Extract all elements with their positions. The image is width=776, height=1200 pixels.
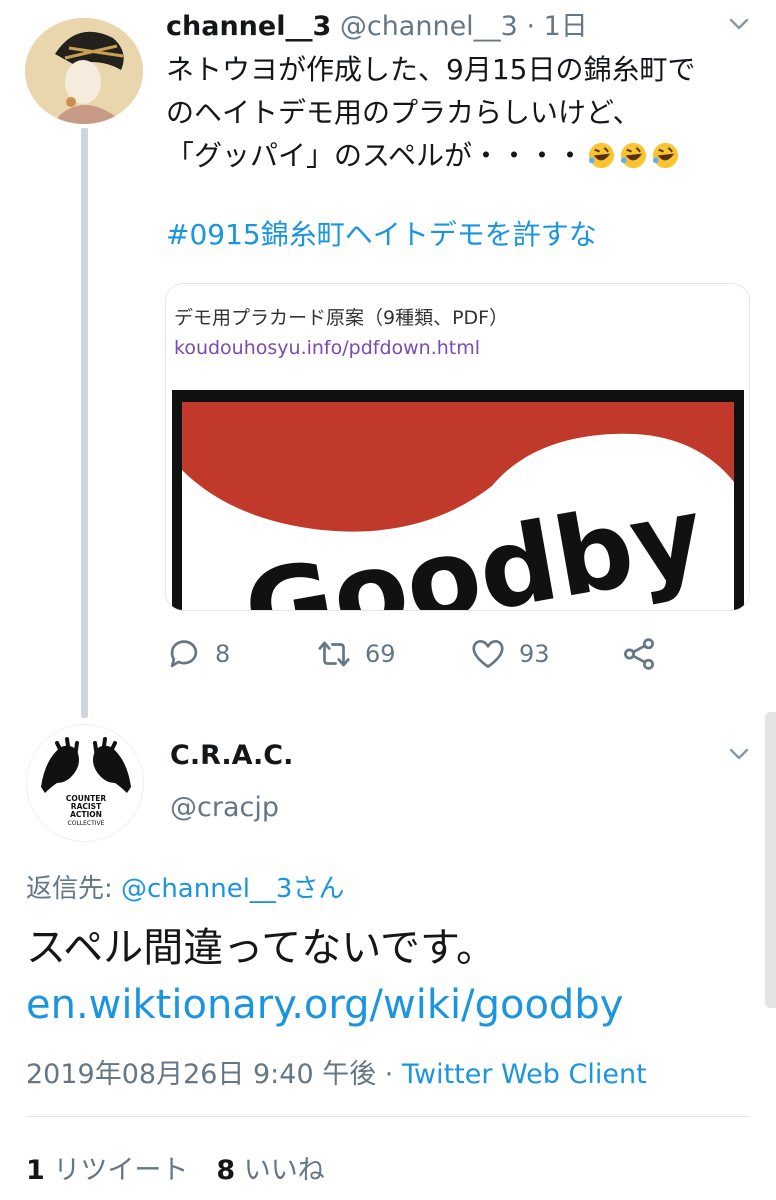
hashtag-link[interactable]: #0915錦糸町ヘイトデモを許すな	[166, 213, 597, 253]
rolling-on-floor-laughing-icon	[620, 142, 647, 169]
tweet2-display-name[interactable]: C.R.A.C.	[170, 740, 293, 771]
link-preview-card[interactable]: デモ用プラカード原案（9種類、PDF） koudouhosyu.info/pdf…	[165, 283, 750, 611]
scrollbar[interactable]	[765, 712, 776, 1008]
tweet1-chevron-down-icon[interactable]	[726, 11, 752, 37]
card-title: デモ用プラカード原案（9種類、PDF）	[174, 307, 509, 329]
tweet1-action-bar: 8 69 93	[165, 634, 685, 674]
tweet2-chevron-down-icon[interactable]	[726, 741, 752, 767]
likes-stat-count: 8	[216, 1155, 236, 1186]
tweet1-text-line: 「グッパイ」のスペルが・・・・	[166, 134, 766, 177]
share-icon	[624, 638, 654, 670]
like-count: 93	[519, 640, 550, 668]
rolling-on-floor-laughing-icon	[652, 142, 679, 169]
reply-icon	[170, 640, 198, 668]
channel3-avatar[interactable]	[25, 18, 143, 124]
likes-stat[interactable]: 8 いいね	[216, 1155, 324, 1186]
retweets-stat[interactable]: 1 リツイート	[26, 1155, 188, 1186]
twitter-thread-view: channel__3 @channel__3 · 1日 ネトウヨが作成した、9月…	[0, 0, 776, 1200]
wiktionary-link[interactable]: en.wiktionary.org/wiki/goodby	[26, 982, 623, 1028]
share-button[interactable]	[620, 634, 658, 674]
tweet1-text-line: ネトウヨが作成した、9月15日の錦糸町で	[166, 53, 696, 86]
retweet-button[interactable]: 69	[315, 634, 396, 674]
retweet-count: 69	[365, 640, 396, 668]
tweet1-display-name[interactable]: channel__3	[166, 11, 331, 42]
card-url[interactable]: koudouhosyu.info/pdfdown.html	[174, 337, 480, 359]
tweet2-datetime[interactable]: 2019年08月26日 9:40 午後 ·	[26, 1059, 402, 1090]
retweet-icon	[318, 641, 350, 667]
like-button[interactable]: 93	[469, 634, 550, 674]
reply-count: 8	[215, 640, 231, 668]
tweet2-client-link[interactable]: Twitter Web Client	[402, 1059, 647, 1090]
tweet2-stats: 1 リツイート 8 いいね	[26, 1148, 325, 1187]
tweet1-handle[interactable]: @channel__3	[340, 11, 518, 42]
crac-logo-hands-icon: COUNTER RACIST ACTION COLLECTIVE	[41, 737, 131, 827]
crac-avatar[interactable]: COUNTER RACIST ACTION COLLECTIVE	[26, 724, 144, 842]
replying-to-label: 返信先:	[26, 874, 122, 904]
tweet1-timestamp[interactable]: 1日	[544, 11, 588, 42]
crac-logo-text-line: COLLECTIVE	[68, 820, 105, 827]
tweet1-header: channel__3 @channel__3 · 1日	[166, 11, 588, 42]
tweet2-text: スペル間違ってないです。	[26, 925, 496, 971]
crac-logo-text-line: ACTION	[70, 810, 102, 819]
reply-button[interactable]: 8	[165, 634, 230, 674]
retweets-stat-label: リツイート	[53, 1155, 189, 1186]
reply-mention-link[interactable]: @channel__3さん	[121, 874, 344, 904]
tweet1-text-line: のヘイトデモ用のプラカらしいけど、	[166, 96, 641, 129]
tweet1-text: ネトウヨが作成した、9月15日の錦糸町で のヘイトデモ用のプラカらしいけど、 「…	[166, 48, 766, 177]
rolling-on-floor-laughing-icon	[588, 142, 615, 169]
retweets-stat-count: 1	[26, 1155, 45, 1186]
card-image-placard[interactable]: Goodby	[172, 390, 744, 611]
tweet2-timestamp-line: 2019年08月26日 9:40 午後 · Twitter Web Client	[26, 1052, 647, 1091]
likes-stat-label: いいね	[243, 1155, 325, 1186]
divider	[26, 1116, 750, 1117]
thread-connector-line	[81, 128, 88, 718]
heart-icon	[472, 639, 504, 669]
replying-to-line: 返信先: @channel__3さん	[26, 868, 344, 905]
tweet2-handle[interactable]: @cracjp	[170, 792, 279, 823]
